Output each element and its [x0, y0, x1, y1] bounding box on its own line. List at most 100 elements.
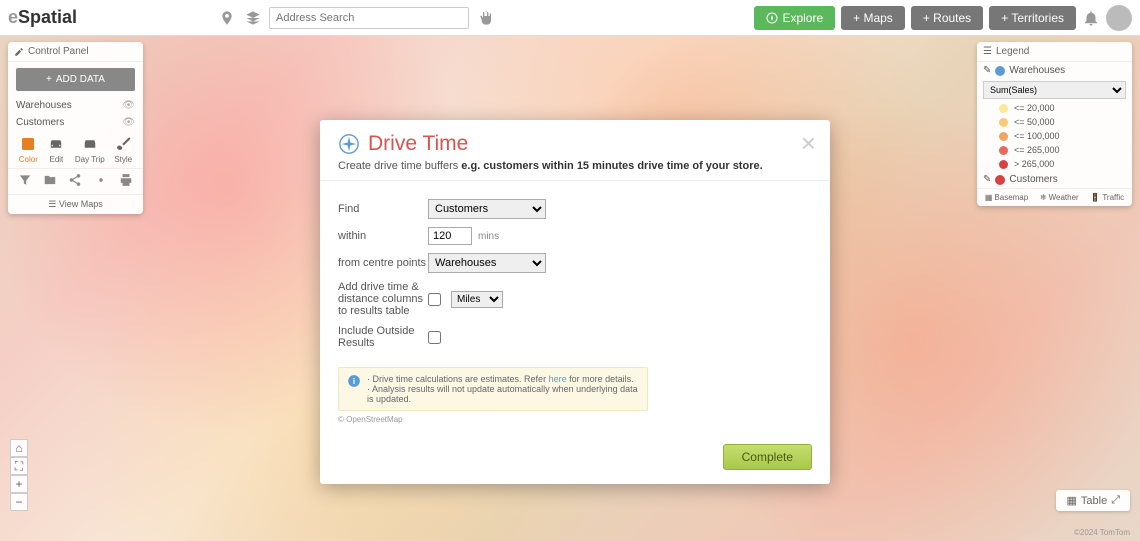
modal-subtitle: Create drive time buffers e.g. customers… — [338, 160, 812, 172]
layer-customers[interactable]: Customers 👁 — [8, 114, 143, 131]
osm-credit: © OpenStreetMap — [338, 415, 812, 424]
find-select[interactable]: Customers — [428, 199, 546, 219]
pencil-icon: ✎ — [983, 65, 991, 76]
logo-prefix: e — [8, 7, 18, 27]
color-dot — [999, 132, 1008, 141]
info-icon: i — [347, 374, 361, 388]
share-icon[interactable] — [68, 173, 82, 190]
color-dot — [999, 160, 1008, 169]
weather-button[interactable]: ❄ Weather — [1040, 193, 1079, 202]
legend-item: > 265,000 — [977, 157, 1132, 171]
notifications-icon[interactable] — [1082, 9, 1100, 27]
print-icon[interactable] — [119, 173, 133, 190]
legend-footer: ▦ Basemap ❄ Weather 🚦 Traffic — [977, 188, 1132, 206]
map-attribution: ©2024 TomTom — [1074, 528, 1130, 537]
territories-button[interactable]: + Territories — [989, 6, 1076, 30]
visibility-icon[interactable]: 👁 — [122, 117, 135, 128]
routes-button[interactable]: + Routes — [911, 6, 983, 30]
pin-icon — [995, 175, 1005, 185]
control-panel: Control Panel + ADD DATA Warehouses 👁 Cu… — [8, 42, 143, 214]
pencil-icon: ✎ — [983, 174, 991, 185]
add-data-button[interactable]: + ADD DATA — [16, 68, 135, 91]
legend-item: <= 100,000 — [977, 129, 1132, 143]
modal-header: Drive Time × Create drive time buffers e… — [320, 120, 830, 180]
legend-item: <= 50,000 — [977, 115, 1132, 129]
folder-icon[interactable] — [43, 173, 57, 190]
tool-daytrip[interactable]: Day Trip — [75, 135, 105, 164]
modal-footer: Complete — [320, 434, 830, 484]
close-icon[interactable]: × — [801, 130, 816, 156]
color-dot — [999, 104, 1008, 113]
legend-item: <= 265,000 — [977, 143, 1132, 157]
layers-icon[interactable] — [243, 8, 263, 28]
legend-header: ☰ Legend — [977, 42, 1132, 62]
find-label: Find — [338, 203, 428, 215]
user-avatar[interactable] — [1106, 5, 1132, 31]
brush-icon — [114, 135, 132, 153]
control-panel-header: Control Panel — [8, 42, 143, 62]
address-search-input[interactable] — [269, 7, 469, 29]
modal-title: Drive Time — [368, 132, 468, 156]
list-icon: ☰ — [983, 46, 992, 57]
add-cols-label: Add drive time & distance columns to res… — [338, 281, 428, 317]
color-dot — [999, 118, 1008, 127]
svg-text:i: i — [353, 377, 355, 386]
include-label: Include Outside Results — [338, 325, 428, 349]
include-checkbox[interactable] — [428, 331, 441, 344]
info-link[interactable]: here — [549, 374, 567, 384]
legend-item: <= 20,000 — [977, 101, 1132, 115]
palette-icon — [19, 135, 37, 153]
pin-icon — [995, 66, 1005, 76]
legend-layer-customers[interactable]: ✎ Customers — [977, 171, 1132, 188]
tool-edit[interactable]: Edit — [47, 135, 65, 164]
view-maps-button[interactable]: ☰ View Maps — [8, 194, 143, 214]
legend-metric-select[interactable]: Sum(Sales) — [983, 81, 1126, 99]
compass-icon — [766, 12, 778, 24]
add-cols-checkbox[interactable] — [428, 293, 441, 306]
tool-style[interactable]: Style — [114, 135, 132, 164]
drive-time-modal: Drive Time × Create drive time buffers e… — [320, 120, 830, 484]
zoom-out-button[interactable]: − — [10, 493, 28, 511]
pencil-icon — [14, 47, 24, 57]
from-select[interactable]: Warehouses — [428, 253, 546, 273]
within-label: within — [338, 230, 428, 242]
within-input[interactable] — [428, 227, 472, 245]
home-button[interactable]: ⌂ — [10, 439, 28, 457]
route-icon — [81, 135, 99, 153]
car-icon — [47, 135, 65, 153]
hand-icon[interactable] — [475, 8, 495, 28]
compass-icon — [338, 133, 360, 155]
info-box: i · Drive time calculations are estimate… — [338, 367, 648, 411]
logo-main: Spatial — [18, 7, 77, 27]
filter-icon[interactable] — [18, 173, 32, 190]
app-logo: eSpatial — [8, 7, 77, 28]
fullscreen-button[interactable]: ⛶ — [10, 457, 28, 475]
header-buttons: Explore + Maps + Routes + Territories — [754, 5, 1132, 31]
pin-icon[interactable] — [217, 8, 237, 28]
expand-icon: ⤢ — [1111, 494, 1120, 507]
visibility-icon[interactable]: 👁 — [122, 100, 135, 111]
gear-icon[interactable] — [94, 173, 108, 190]
legend-panel: ☰ Legend ✎ Warehouses Sum(Sales) <= 20,0… — [977, 42, 1132, 206]
tool-color[interactable]: Color — [19, 135, 38, 164]
layer-warehouses[interactable]: Warehouses 👁 — [8, 97, 143, 114]
complete-button[interactable]: Complete — [723, 444, 812, 470]
tool-row: Color Edit Day Trip Style — [8, 131, 143, 168]
mins-label: mins — [478, 231, 499, 242]
maps-button[interactable]: + Maps — [841, 6, 905, 30]
from-label: from centre points — [338, 257, 428, 269]
search-area — [217, 7, 495, 29]
traffic-button[interactable]: 🚦 Traffic — [1090, 193, 1124, 202]
grid-icon: ▦ — [1066, 494, 1076, 507]
action-icons — [8, 168, 143, 194]
color-dot — [999, 146, 1008, 155]
explore-button[interactable]: Explore — [754, 6, 835, 30]
modal-body: Find Customers within mins from centre p… — [320, 180, 830, 434]
units-select[interactable]: Miles — [451, 291, 503, 308]
basemap-button[interactable]: ▦ Basemap — [985, 193, 1028, 202]
zoom-controls: ⌂ ⛶ + − — [10, 439, 28, 511]
plus-icon: + — [46, 74, 52, 85]
zoom-in-button[interactable]: + — [10, 475, 28, 493]
legend-layer-warehouses[interactable]: ✎ Warehouses — [977, 62, 1132, 79]
table-button[interactable]: ▦ Table ⤢ — [1056, 490, 1130, 511]
